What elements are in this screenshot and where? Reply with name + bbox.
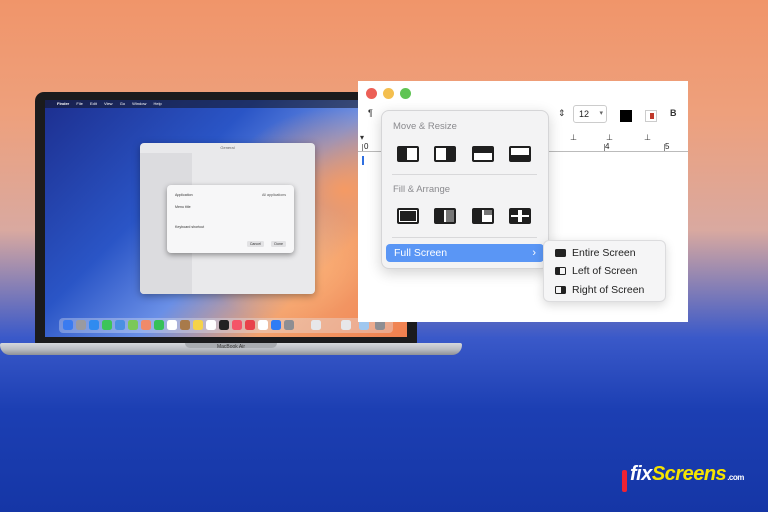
no-color-icon [650, 113, 654, 119]
entire-screen-item[interactable]: Entire Screen [555, 246, 636, 260]
tv-icon[interactable] [219, 320, 229, 330]
contacts-icon[interactable] [180, 320, 190, 330]
menubar-item[interactable]: Edit [90, 101, 97, 106]
tab-stop-icon[interactable]: ⊥ [644, 133, 651, 142]
ruler-number: 0 [364, 142, 369, 151]
ruler-number: 4 [605, 142, 610, 151]
highlight-color-swatch[interactable] [645, 110, 657, 122]
text-color-swatch[interactable] [620, 110, 632, 122]
app-store-icon[interactable] [271, 320, 281, 330]
fill-tile-icon[interactable] [397, 208, 419, 224]
messages-icon[interactable] [102, 320, 112, 330]
textedit-icon[interactable] [311, 320, 321, 330]
sheet-row-label: Application [175, 193, 193, 197]
maps-icon[interactable] [128, 320, 138, 330]
full-screen-submenu: Entire Screen Left of Screen Right of Sc… [543, 240, 666, 302]
sheet-row-label: Menu title [175, 205, 191, 209]
settings-title: General [220, 145, 235, 150]
music-icon[interactable] [232, 320, 242, 330]
divider [392, 237, 537, 238]
entire-screen-label: Entire Screen [572, 247, 636, 259]
zoom-button[interactable] [400, 88, 411, 99]
quarters-tile-icon[interactable] [509, 208, 531, 224]
mail-icon[interactable] [115, 320, 125, 330]
font-size-field[interactable]: 12 ▾ [573, 105, 607, 123]
cancel-button[interactable]: Cancel [246, 241, 264, 247]
close-button[interactable] [366, 88, 377, 99]
brand-logo-mark [622, 470, 627, 492]
laptop-model-label: MacBook Air [216, 344, 246, 350]
window-tiling-popover: Move & Resize Fill & Arrange Full Screen… [381, 110, 549, 269]
sheet-row: Keyboard shortcut [175, 225, 286, 231]
ruler-tick [604, 144, 605, 151]
ruler-number: 5 [665, 142, 670, 151]
right-of-screen-icon [555, 286, 566, 295]
news-icon[interactable] [245, 320, 255, 330]
reminders-icon[interactable] [206, 320, 216, 330]
fill-arrange-title: Fill & Arrange [393, 184, 451, 195]
dock [59, 318, 393, 333]
launchpad-icon[interactable] [76, 320, 86, 330]
safari-icon[interactable] [89, 320, 99, 330]
menubar-item[interactable]: Help [154, 101, 162, 106]
brand-screens: Screens [651, 463, 727, 485]
font-size-stepper-icon[interactable]: ⇕ [558, 108, 566, 119]
tab-stop-icon[interactable]: ⊥ [606, 133, 613, 142]
menubar-item[interactable]: Go [120, 101, 125, 106]
shortcut-sheet: Application All applications Menu title … [167, 185, 294, 253]
minimize-button[interactable] [383, 88, 394, 99]
left-of-screen-icon [555, 267, 566, 276]
sheet-row-value[interactable]: All applications [262, 193, 286, 197]
divider [392, 174, 537, 175]
left-right-tile-icon[interactable] [434, 208, 456, 224]
paragraph-icon[interactable]: ¶ [368, 108, 373, 118]
move-resize-title: Move & Resize [393, 121, 457, 132]
brand-fix: fix [630, 463, 652, 485]
left-of-screen-label: Left of Screen [572, 265, 638, 277]
system-settings-icon[interactable] [284, 320, 294, 330]
preview-icon[interactable] [341, 320, 351, 330]
finder-icon[interactable] [63, 320, 73, 330]
menubar-item[interactable]: Window [132, 101, 146, 106]
menubar-item[interactable]: View [104, 101, 113, 106]
right-half-tile-icon[interactable] [434, 146, 456, 162]
menubar-item[interactable]: Finder [57, 101, 69, 106]
facetime-icon[interactable] [154, 320, 164, 330]
font-size-value: 12 [579, 109, 590, 119]
entire-screen-icon [555, 249, 566, 258]
top-half-tile-icon[interactable] [472, 146, 494, 162]
sheet-row: Application All applications [175, 193, 286, 199]
ruler-tick [664, 144, 665, 151]
chevron-right-icon: › [532, 247, 536, 259]
full-screen-menu-item[interactable]: Full Screen › [386, 244, 544, 262]
calendar-icon[interactable] [167, 320, 177, 330]
right-of-screen-item[interactable]: Right of Screen [555, 283, 644, 297]
brand-com: .com [727, 473, 744, 482]
ruler-tick [362, 144, 363, 151]
left-quarters-tile-icon[interactable] [472, 208, 494, 224]
left-of-screen-item[interactable]: Left of Screen [555, 264, 637, 278]
pages-icon[interactable] [258, 320, 268, 330]
bottom-half-tile-icon[interactable] [509, 146, 531, 162]
notes-icon[interactable] [193, 320, 203, 330]
full-screen-label: Full Screen [394, 247, 448, 259]
tab-stop-icon[interactable]: ⊥ [570, 133, 577, 142]
brand-logo: fixScreens.com [630, 463, 744, 486]
done-button[interactable]: Done [271, 241, 286, 247]
menubar: Finder File Edit View Go Window Help [45, 100, 407, 108]
sheet-row-label: Keyboard shortcut [175, 225, 205, 229]
chevron-down-icon: ▾ [599, 110, 603, 117]
laptop-screen: Finder File Edit View Go Window Help Gen… [45, 100, 407, 337]
sheet-row: Menu title [175, 205, 286, 211]
photos-icon[interactable] [141, 320, 151, 330]
left-half-tile-icon[interactable] [397, 146, 419, 162]
bold-button[interactable]: B [670, 108, 677, 118]
right-of-screen-label: Right of Screen [572, 284, 645, 296]
menubar-item[interactable]: File [76, 101, 82, 106]
tab-stop-icon[interactable]: ▾ [360, 133, 364, 142]
text-cursor [362, 156, 364, 165]
